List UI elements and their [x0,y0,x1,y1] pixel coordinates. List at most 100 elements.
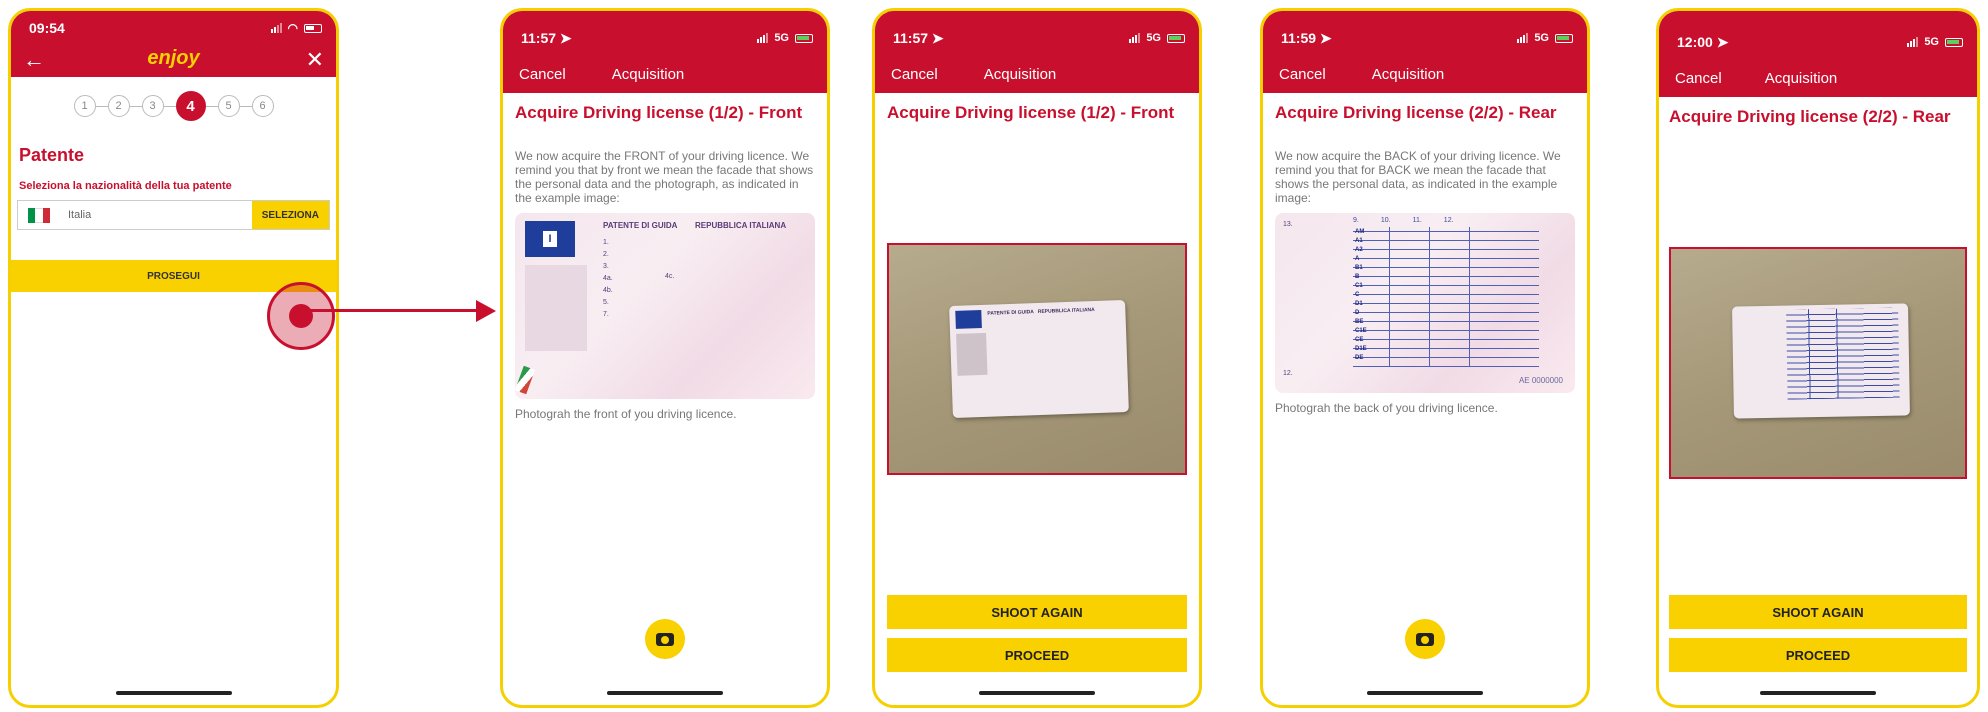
status-icons: ◠ [270,21,322,35]
home-indicator [1760,691,1876,695]
header-bar: 12:00 ➤ 5G Cancel Acquisition [1659,11,1977,97]
proceed-button[interactable]: PROCEED [887,638,1187,672]
status-bar: 12:00 ➤ 5G [1659,25,1977,59]
tutorial-canvas: 09:54 ◠ ← enjoy ✕ 1 2 3 4 5 6 Patente Se… [0,0,1988,712]
step-6: 6 [251,95,274,117]
step-1: 1 [73,95,96,117]
navbar: Cancel Acquisition [1659,59,1977,97]
nav-title: Acquisition [983,65,1057,83]
header-bar: 11:57 ➤ 5G Cancel Acquisition [503,11,827,93]
example-license-rear: 13. 12. 9. 10. 11. 12. AM A1 A2 A B1 B C1 C D1 D BE C1… [1275,213,1575,393]
network-label: 5G [1534,32,1549,44]
home-indicator [115,691,232,695]
camera-icon [1416,632,1434,646]
card-photo [956,332,988,376]
wifi-icon: ◠ [287,21,298,35]
page-title: Acquire Driving license (1/2) - Front [887,103,1175,122]
rear-serial-number: AE 0000000 [1518,376,1563,385]
phone-screen-rear-preview: 12:00 ➤ 5G Cancel Acquisition Acquire Dr… [1656,8,1980,708]
close-icon[interactable]: ✕ [306,47,324,73]
select-button[interactable]: SELEZIONA [251,201,329,229]
battery-icon [1167,33,1185,43]
nationality-value: Italia [68,209,92,221]
eu-flag-icon [955,309,982,329]
step-2: 2 [107,95,130,117]
license-field-4c: 4c. [665,273,675,280]
home-indicator [979,691,1095,695]
status-bar: 11:59 ➤ 5G [1263,21,1587,55]
footer-text: Photograh the front of you driving licen… [515,407,737,421]
header-bar: 11:59 ➤ 5G Cancel Acquisition [1263,11,1587,93]
step-5: 5 [217,95,240,117]
nationality-selector: Italia SELEZIONA [17,200,330,230]
navbar: Cancel Acquisition [1263,55,1587,93]
status-icons: 5G [1907,36,1963,48]
shoot-again-button[interactable]: SHOOT AGAIN [887,595,1187,629]
rear-category-grid [1353,227,1539,367]
signal-icon [1129,33,1141,43]
nav-title: Acquisition [611,65,685,83]
nav-title: Acquisition [1371,65,1445,83]
network-label: 5G [1924,36,1939,48]
network-label: 5G [1146,32,1161,44]
phone-screen-rear-instructions: 11:59 ➤ 5G Cancel Acquisition Acquire Dr… [1260,8,1590,708]
step-3: 3 [141,95,164,117]
camera-button[interactable] [1405,619,1445,659]
rear-row-12: 12. [1283,370,1293,377]
rear-row-13: 13. [1283,221,1293,228]
battery-icon [304,23,322,33]
eu-flag-icon: I [525,221,575,257]
signal-icon [757,33,769,43]
rear-column-headers: 9. 10. 11. 12. [1353,217,1454,224]
status-time: 11:57 ➤ [893,29,944,46]
network-label: 5G [774,32,789,44]
phone-screen-front-preview: 11:57 ➤ 5G Cancel Acquisition Acquire Dr… [872,8,1202,708]
nationality-prompt: Seleziona la nazionalità della tua paten… [19,180,232,192]
footer-text: Photograh the back of you driving licenc… [1275,401,1498,415]
status-time: 11:59 ➤ [1281,29,1332,46]
italy-flag-icon [28,207,50,223]
status-bar: 09:54 ◠ [11,11,336,45]
phone-screen-front-instructions: 11:57 ➤ 5G Cancel Acquisition Acquire Dr… [500,8,830,708]
tricolor-stripe [515,365,536,395]
app-navbar: ← enjoy ✕ [11,45,336,77]
tap-dot [289,304,313,328]
signal-icon [270,23,282,33]
status-time: 09:54 [29,20,65,36]
photo-placeholder [525,265,587,351]
proceed-button[interactable]: PROCEED [1669,638,1967,672]
nav-title: Acquisition [1764,69,1838,87]
flow-arrow-head [476,300,496,322]
phone-screen-nationality: 09:54 ◠ ← enjoy ✕ 1 2 3 4 5 6 Patente Se… [8,8,339,708]
status-icons: 5G [1517,32,1573,44]
page-title: Acquire Driving license (2/2) - Rear [1275,103,1557,122]
status-time: 11:57 ➤ [521,29,572,46]
card-category-grid [1786,307,1900,400]
status-time: 12:00 ➤ [1677,33,1729,50]
header-bar: 11:57 ➤ 5G Cancel Acquisition [875,11,1199,93]
status-icons: 5G [1129,32,1185,44]
camera-button[interactable] [645,619,685,659]
stepper: 1 2 3 4 5 6 [11,91,336,121]
page-title: Acquire Driving license (2/2) - Rear [1669,107,1951,126]
enjoy-logo: enjoy [147,47,200,69]
license-header-left: PATENTE DI GUIDA [603,221,678,230]
status-bar: 11:57 ➤ 5G [503,21,827,55]
home-indicator [1367,691,1483,695]
license-field-list: 1. 2. 3. 4a. 4b. 5. 7. [603,239,613,318]
navbar: Cancel Acquisition [503,55,827,93]
signal-icon [1517,33,1529,43]
status-bar: 11:57 ➤ 5G [875,21,1199,55]
header-bar: 09:54 ◠ ← enjoy ✕ [11,11,336,77]
license-header-right: REPUBBLICA ITALIANA [695,221,787,230]
flow-arrow-line [301,309,477,312]
battery-icon [1555,33,1573,43]
battery-icon [1945,37,1963,47]
home-indicator [607,691,723,695]
battery-icon [795,33,813,43]
page-title: Acquire Driving license (1/2) - Front [515,103,803,122]
step-4-active: 4 [175,91,206,121]
card-header-text: PATENTE DI GUIDA REPUBBLICA ITALIANA [987,307,1095,317]
signal-icon [1907,37,1919,47]
shoot-again-button[interactable]: SHOOT AGAIN [1669,595,1967,629]
